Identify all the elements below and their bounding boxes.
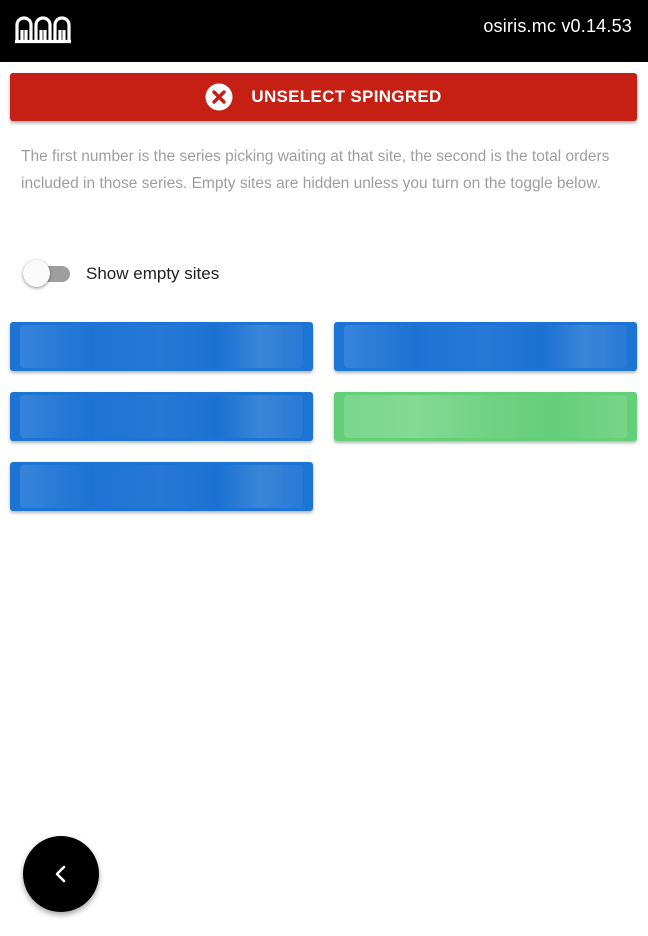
site-button-content-blurred bbox=[344, 395, 627, 438]
arches-logo-icon bbox=[15, 16, 71, 44]
site-button[interactable] bbox=[334, 322, 637, 371]
show-empty-sites-row: Show empty sites bbox=[22, 258, 219, 290]
site-button-content-blurred bbox=[20, 325, 303, 368]
site-button-content-blurred bbox=[344, 325, 627, 368]
site-button-content-blurred bbox=[20, 465, 303, 508]
site-button[interactable] bbox=[10, 392, 313, 441]
chevron-left-icon bbox=[55, 865, 66, 883]
site-button[interactable] bbox=[10, 322, 313, 371]
back-button[interactable] bbox=[23, 836, 99, 912]
site-button[interactable] bbox=[10, 462, 313, 511]
show-empty-sites-label: Show empty sites bbox=[86, 264, 220, 283]
site-button-content-blurred bbox=[20, 395, 303, 438]
unselect-button-label: UNSELECT SPINGRED bbox=[251, 87, 442, 106]
site-button-selected[interactable] bbox=[334, 392, 637, 441]
show-empty-sites-toggle[interactable] bbox=[22, 259, 70, 289]
close-circle-icon bbox=[205, 83, 233, 111]
app-version: osiris.mc v0.14.53 bbox=[483, 16, 632, 36]
toggle-thumb bbox=[23, 260, 50, 287]
help-text: The first number is the series picking w… bbox=[21, 148, 610, 192]
unselect-site-button[interactable]: UNSELECT SPINGRED bbox=[10, 73, 637, 121]
top-app-bar: osiris.mc v0.14.53 bbox=[0, 0, 648, 62]
